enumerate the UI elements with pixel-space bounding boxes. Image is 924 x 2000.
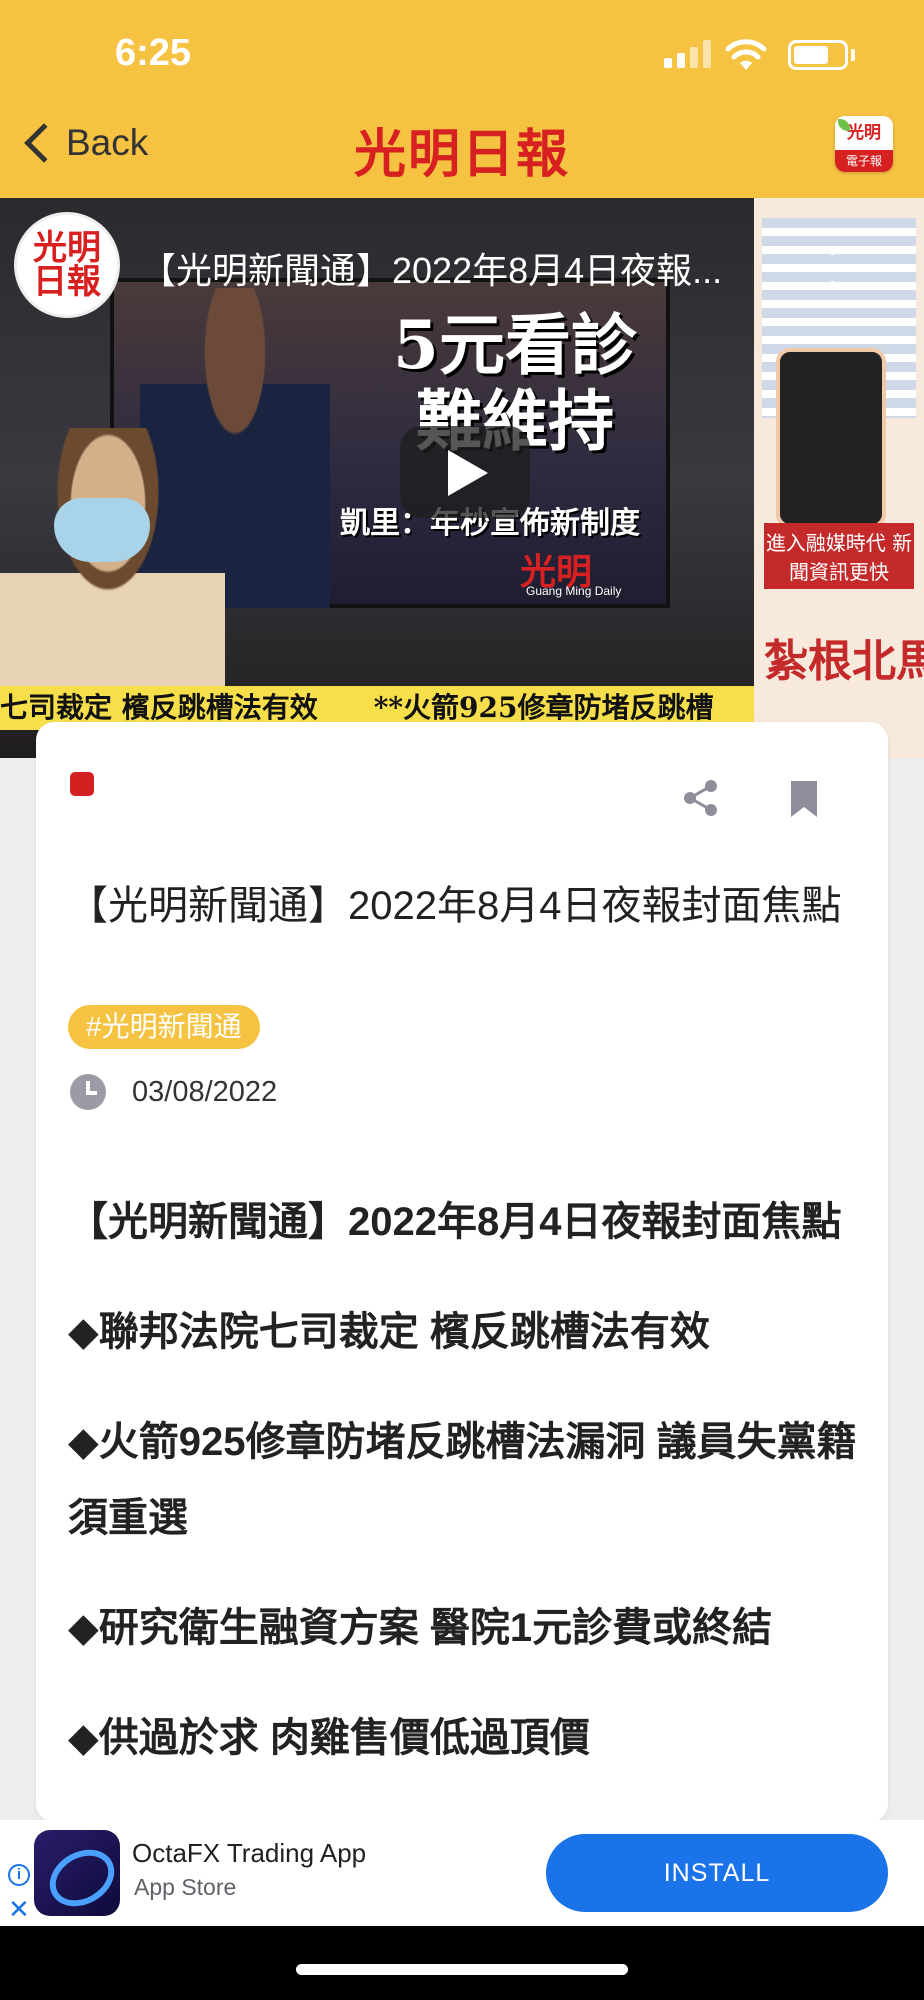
article-date: 03/08/2022 <box>132 1075 278 1108</box>
side-promo-slogan: 紮根北馬 面向全國 <box>764 636 924 687</box>
signal-icon <box>664 40 711 68</box>
install-button[interactable]: INSTALL <box>546 1834 888 1912</box>
video-title[interactable]: 【光明新聞通】2022年8月4日夜報... <box>140 242 760 294</box>
wifi-icon <box>725 39 767 70</box>
body-paragraph: ◆聯邦法院七司裁定 檳反跳槽法有效 <box>68 1310 710 1354</box>
ad-app-icon[interactable] <box>34 1830 120 1916</box>
battery-icon <box>788 40 848 70</box>
channel-avatar-text: 光明日報 <box>33 228 101 302</box>
app-title-logo: 光明日報 <box>353 124 570 185</box>
back-label: Back <box>66 122 149 163</box>
bookmark-icon[interactable] <box>788 778 820 820</box>
article-card: 【光明新聞通】2022年8月4日夜報封面焦點 #光明新聞通 03/08/2022… <box>36 722 888 1822</box>
body-paragraph: ◆供過於求 肉雞售價低過頂價 <box>68 1716 590 1760</box>
ad-info-icon[interactable]: i <box>8 1864 30 1886</box>
back-button[interactable]: Back <box>18 122 148 164</box>
share-icon[interactable] <box>681 778 721 818</box>
chevron-left-icon <box>24 123 64 163</box>
phone-image <box>776 348 886 528</box>
clock-icon <box>70 1074 106 1110</box>
ad-banner[interactable]: i ✕ OctaFX Trading App App Store INSTALL <box>0 1820 924 1926</box>
video-side-promo: 進入融媒時代 新聞資訊更快 紮根北馬 面向全國 <box>754 198 924 758</box>
play-icon[interactable] <box>400 426 530 518</box>
epaper-button[interactable]: 光明 電子報 <box>835 116 893 172</box>
epaper-label-bottom: 電子報 <box>835 150 893 172</box>
article-body: 【光明新聞通】2022年8月4日夜報封面焦點 ◆聯邦法院七司裁定 檳反跳槽法有效… <box>68 1184 868 1810</box>
article-title: 【光明新聞通】2022年8月4日夜報封面焦點 <box>68 884 842 928</box>
channel-avatar[interactable]: 光明日報 <box>14 212 120 318</box>
category-marker <box>70 772 94 796</box>
thumbnail-logo-sub: Guang Ming Daily <box>526 584 622 598</box>
home-bar-area <box>0 1926 924 2000</box>
ad-store: App Store <box>134 1874 237 1900</box>
home-indicator[interactable] <box>296 1964 628 1975</box>
more-options-icon[interactable] <box>826 248 838 288</box>
ad-app-name[interactable]: OctaFX Trading App <box>132 1838 366 1869</box>
body-paragraph: ◆研究衛生融資方案 醫院1元診費或終結 <box>68 1606 773 1650</box>
side-promo-text: 進入融媒時代 新聞資訊更快 <box>764 523 914 589</box>
status-time: 6:25 <box>115 32 192 74</box>
thumbnail-presenter <box>0 428 225 718</box>
video-player[interactable]: 5元看診難維持 凱里：年杪宣佈新制度 光明 Guang Ming Daily 七… <box>0 198 924 758</box>
close-icon[interactable]: ✕ <box>8 1896 30 1922</box>
article-tag[interactable]: #光明新聞通 <box>68 1005 260 1049</box>
app-header: 6:25 Back 光明日報 光明 電子報 <box>0 0 924 198</box>
date-row: 03/08/2022 <box>70 1074 277 1110</box>
body-paragraph: 【光明新聞通】2022年8月4日夜報封面焦點 <box>68 1200 842 1244</box>
body-paragraph: ◆火箭925修章防堵反跳槽法漏洞 議員失黨籍須重選 <box>68 1420 857 1540</box>
